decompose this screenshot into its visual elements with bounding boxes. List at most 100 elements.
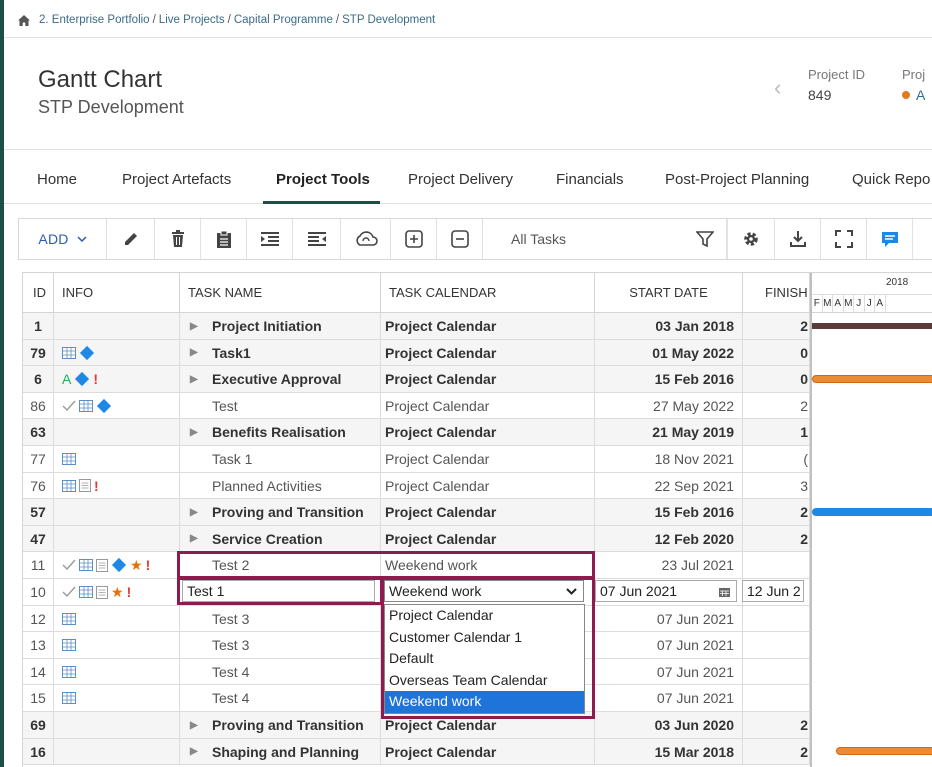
task-start-date[interactable]: 03 Jun 2020 xyxy=(595,712,743,738)
task-name-cell[interactable]: ▶ Executive Approval xyxy=(180,366,381,393)
task-start-date[interactable]: 01 May 2022 xyxy=(595,339,743,366)
task-finish-date[interactable]: 1 xyxy=(743,419,810,446)
settings-button[interactable] xyxy=(727,219,775,259)
collapse-all-button[interactable] xyxy=(437,219,483,259)
task-start-date[interactable]: 27 May 2022 xyxy=(595,392,743,419)
task-name-cell[interactable]: Test 4 xyxy=(180,685,381,712)
edit-button[interactable] xyxy=(107,219,155,259)
dropdown-option-selected[interactable]: Weekend work xyxy=(385,691,584,713)
task-calendar-cell[interactable]: Project Calendar xyxy=(381,419,595,446)
task-start-date[interactable]: 07 Jun 2021 xyxy=(595,658,743,685)
paste-button[interactable] xyxy=(201,219,247,259)
task-calendar-select[interactable]: Weekend work xyxy=(384,580,584,602)
task-calendar-cell[interactable]: Project Calendar xyxy=(381,499,595,526)
task-calendar-cell[interactable]: Project Calendar xyxy=(381,738,595,765)
calendar-icon[interactable] xyxy=(719,587,730,597)
table-row[interactable]: 69 ▶ Proving and Transition Project Calenda… xyxy=(23,712,810,739)
gantt-bar[interactable] xyxy=(812,508,932,516)
task-name-cell[interactable]: ▶ Benefits Realisation xyxy=(180,419,381,446)
tab-project-tools[interactable]: Project Tools xyxy=(276,171,370,188)
gantt-bar[interactable] xyxy=(836,747,932,755)
tab-home[interactable]: Home xyxy=(37,171,77,188)
task-name-cell[interactable]: ▶ Task1 xyxy=(180,339,381,366)
table-row[interactable]: 16 ▶ Shaping and Planning Project Calendar 1… xyxy=(23,738,810,766)
task-calendar-cell[interactable]: Project Calendar xyxy=(381,712,595,738)
task-finish-date[interactable] xyxy=(743,685,810,712)
task-calendar-cell[interactable]: Project Calendar xyxy=(381,339,595,366)
expand-all-button[interactable] xyxy=(391,219,437,259)
task-name-edit-input[interactable]: Test 1 xyxy=(182,580,375,602)
dropdown-option[interactable]: Default xyxy=(385,648,584,670)
task-name-cell[interactable]: ▶ Service Creation xyxy=(180,525,381,552)
task-start-date[interactable]: 03 Jan 2018 xyxy=(595,313,743,339)
task-finish-date[interactable]: 2 xyxy=(743,392,810,419)
task-calendar-dropdown[interactable]: Project Calendar Customer Calendar 1 Def… xyxy=(384,604,585,714)
tab-project-delivery[interactable]: Project Delivery xyxy=(408,171,513,188)
expand-toggle-icon[interactable]: ▶ xyxy=(190,427,204,438)
gantt-bar[interactable] xyxy=(812,323,932,329)
table-row[interactable]: 1 ▶ Project Initiation Project Calendar 03 J… xyxy=(23,313,810,340)
breadcrumb-item-portfolio[interactable]: 2. Enterprise Portfolio xyxy=(39,14,150,26)
task-calendar-cell[interactable]: Project Calendar xyxy=(381,446,595,472)
home-icon[interactable] xyxy=(18,14,30,26)
task-calendar-cell[interactable]: Project Calendar xyxy=(381,525,595,552)
task-name-cell[interactable]: ▶ Shaping and Planning xyxy=(180,738,381,765)
breadcrumb-item-live-projects[interactable]: Live Projects xyxy=(159,14,225,26)
tab-post-project-planning[interactable]: Post-Project Planning xyxy=(665,171,809,188)
finish-date-edit-input[interactable]: 12 Jun 2 xyxy=(742,580,804,602)
task-finish-date[interactable]: 3 xyxy=(743,472,810,499)
add-dropdown-button[interactable]: ADD xyxy=(19,219,107,259)
task-start-date[interactable]: 07 Jun 2021 xyxy=(595,605,743,632)
task-finish-date[interactable]: 2 xyxy=(743,525,810,552)
expand-toggle-icon[interactable]: ▶ xyxy=(190,374,204,385)
task-name-cell[interactable]: Planned Activities xyxy=(180,472,381,499)
task-finish-date[interactable]: 0 xyxy=(743,366,810,393)
task-finish-date[interactable]: 2 xyxy=(743,738,810,765)
task-start-date[interactable]: 07 Jun 2021 xyxy=(595,632,743,659)
task-finish-date[interactable]: ( xyxy=(743,446,810,472)
task-start-date[interactable]: 12 Feb 2020 xyxy=(595,525,743,552)
task-start-date[interactable]: 23 Jul 2021 xyxy=(595,552,743,579)
tab-financials[interactable]: Financials xyxy=(556,171,624,188)
chevron-left-icon[interactable]: ‹ xyxy=(774,77,781,99)
tab-project-artefacts[interactable]: Project Artefacts xyxy=(122,171,231,188)
task-finish-date[interactable] xyxy=(743,552,810,579)
task-calendar-cell[interactable]: Project Calendar xyxy=(381,313,595,339)
task-name-cell[interactable]: ▶ Proving and Transition xyxy=(180,499,381,526)
sync-button[interactable] xyxy=(341,219,391,259)
task-name-cell[interactable]: ▶ Project Initiation xyxy=(180,313,381,339)
task-start-date[interactable]: 18 Nov 2021 xyxy=(595,446,743,472)
expand-toggle-icon[interactable]: ▶ xyxy=(190,746,204,757)
expand-toggle-icon[interactable]: ▶ xyxy=(190,321,204,332)
indent-button[interactable] xyxy=(247,219,293,259)
column-header-finish[interactable]: FINISH xyxy=(743,273,810,313)
task-calendar-cell[interactable]: Project Calendar xyxy=(381,366,595,393)
table-row[interactable]: 47 ▶ Service Creation Project Calendar 12 Fe… xyxy=(23,525,810,553)
expand-toggle-icon[interactable]: ▶ xyxy=(190,720,204,731)
task-finish-date[interactable]: 2 xyxy=(743,712,810,738)
column-header-id[interactable]: ID xyxy=(23,273,54,313)
expand-toggle-icon[interactable]: ▶ xyxy=(190,347,204,358)
tab-quick-reports[interactable]: Quick Repo xyxy=(852,171,930,188)
task-name-cell[interactable]: Task 1 xyxy=(180,446,381,472)
task-start-date[interactable]: 15 Feb 2016 xyxy=(595,499,743,526)
table-row[interactable]: 63 ▶ Benefits Realisation Project Calendar 2… xyxy=(23,419,810,446)
dropdown-option[interactable]: Overseas Team Calendar xyxy=(385,670,584,692)
outdent-button[interactable] xyxy=(293,219,341,259)
gantt-bar[interactable] xyxy=(812,375,932,383)
table-row[interactable]: 11 ★! Test 2 Weekend work 23 Jul 2021 xyxy=(23,552,810,579)
task-start-date[interactable]: 15 Feb 2016 xyxy=(595,366,743,393)
task-start-date[interactable]: 21 May 2019 xyxy=(595,419,743,446)
comments-button[interactable] xyxy=(867,219,913,259)
task-name-cell[interactable]: Test xyxy=(180,392,381,419)
task-calendar-cell[interactable]: Project Calendar xyxy=(381,472,595,499)
task-name-cell[interactable]: Test 4 xyxy=(180,658,381,685)
breadcrumb-item-stp-development[interactable]: STP Development xyxy=(342,14,435,26)
task-start-date[interactable]: 22 Sep 2021 xyxy=(595,472,743,499)
table-row[interactable]: 79 ▶ Task1 Project Calendar 01 May 2022 0 xyxy=(23,339,810,367)
breadcrumb-item-capital-programme[interactable]: Capital Programme xyxy=(234,14,333,26)
column-header-task-name[interactable]: TASK NAME xyxy=(180,273,381,313)
task-calendar-cell[interactable]: Weekend work xyxy=(381,552,595,579)
filter-button[interactable] xyxy=(683,219,727,259)
task-start-date[interactable]: 07 Jun 2021 xyxy=(595,685,743,712)
